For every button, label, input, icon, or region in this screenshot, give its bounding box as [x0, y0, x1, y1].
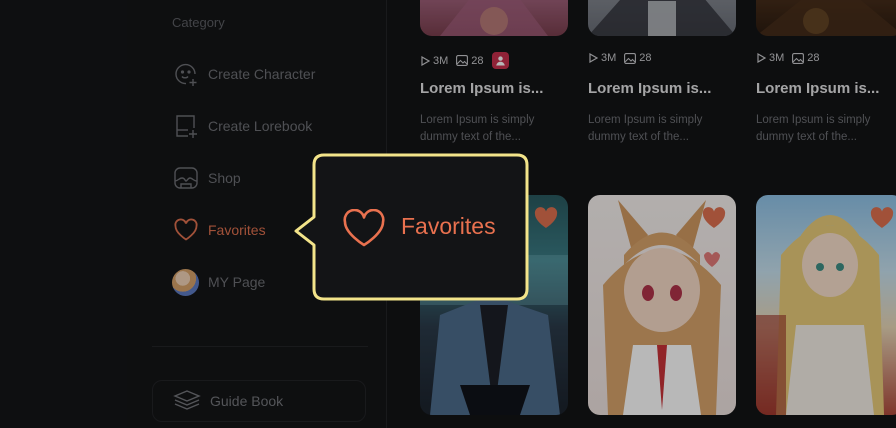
plays-count: 3M	[601, 52, 617, 64]
layers-icon	[173, 388, 201, 415]
shop-icon	[172, 165, 199, 192]
card-description-line: dummy text of the...	[756, 131, 857, 143]
sidebar-item-create-character[interactable]: Create Character	[172, 60, 315, 88]
sidebar-item-label: Create Character	[208, 66, 316, 82]
book-plus-icon	[172, 113, 199, 140]
card-description: Lorem Ipsum is simply dummy text of the.…	[756, 112, 896, 146]
heart-icon[interactable]	[870, 207, 894, 229]
user-badge-icon	[491, 52, 509, 69]
card-stats: 3M 28	[421, 52, 509, 69]
plays-stat: 3M	[757, 52, 784, 64]
card-stats: 3M 28	[589, 52, 652, 64]
plays-count: 3M	[769, 52, 785, 64]
image-icon	[624, 52, 637, 64]
card-description-line: dummy text of the...	[420, 131, 521, 143]
play-icon	[421, 55, 430, 66]
character-card-image[interactable]	[588, 0, 736, 36]
heart-icon[interactable]	[534, 207, 558, 229]
sidebar-item-shop[interactable]: Shop	[172, 164, 241, 192]
card-title[interactable]: Lorem Ipsum is...	[588, 80, 738, 97]
card-title[interactable]: Lorem Ipsum is...	[420, 80, 570, 97]
card-description-line: dummy text of the...	[588, 131, 689, 143]
sidebar-item-favorites[interactable]: Favorites	[172, 216, 266, 244]
image-icon	[456, 55, 469, 66]
character-card-image[interactable]	[756, 0, 896, 36]
sidebar-item-label: MY Page	[208, 274, 266, 290]
avatar	[172, 268, 199, 296]
images-stat: 28	[624, 52, 652, 64]
plays-stat: 3M	[589, 52, 616, 64]
play-icon	[757, 53, 766, 63]
plays-count: 3M	[433, 54, 449, 67]
smiley-plus-icon	[172, 61, 199, 88]
guide-book-button[interactable]: Guide Book	[152, 380, 366, 422]
images-count: 28	[807, 52, 820, 64]
card-title[interactable]: Lorem Ipsum is...	[756, 80, 896, 97]
sidebar-item-create-lorebook[interactable]: Create Lorebook	[172, 112, 312, 140]
sidebar-item-my-page[interactable]: MY Page	[172, 268, 265, 296]
callout-label: Favorites	[401, 213, 496, 239]
card-description-line: Lorem Ipsum is simply	[756, 114, 871, 126]
character-card-image[interactable]	[420, 0, 568, 36]
images-stat: 28	[456, 54, 484, 67]
sidebar-item-label: Create Lorebook	[208, 118, 313, 134]
character-card-image[interactable]	[588, 195, 736, 415]
card-description: Lorem Ipsum is simply dummy text of the.…	[588, 112, 728, 146]
character-card-image[interactable]	[756, 195, 896, 415]
images-count: 28	[471, 54, 484, 67]
plays-stat: 3M	[421, 55, 448, 67]
heart-icon[interactable]	[702, 207, 726, 229]
sidebar-item-label: Shop	[208, 170, 241, 186]
category-title: Category	[172, 15, 225, 30]
image-icon	[792, 52, 805, 64]
card-description-line: Lorem Ipsum is simply	[420, 114, 535, 126]
card-description: Lorem Ipsum is simply dummy text of the.…	[420, 112, 560, 146]
play-icon	[589, 53, 598, 63]
sidebar-divider	[152, 346, 368, 347]
sidebar-item-label: Favorites	[208, 222, 266, 238]
card-stats: 3M 28	[757, 52, 820, 64]
heart-icon	[172, 217, 199, 244]
heart-icon	[343, 209, 385, 247]
card-description-line: Lorem Ipsum is simply	[588, 114, 703, 126]
images-count: 28	[639, 52, 652, 64]
images-stat: 28	[792, 52, 820, 64]
guide-book-label: Guide Book	[210, 393, 284, 409]
